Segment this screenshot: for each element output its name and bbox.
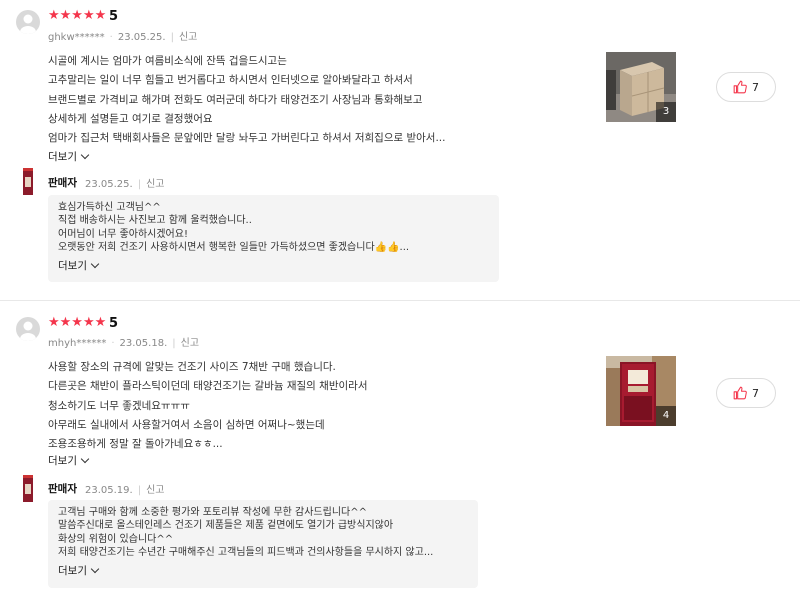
seller-label: 판매자 — [48, 177, 77, 189]
expand-label: 더보기 — [48, 151, 77, 163]
reply-line: 어머님이 너무 좋아하시겠어요! — [58, 228, 188, 240]
star-rating: ★★★★★ — [48, 8, 107, 23]
report-link[interactable]: 신고 — [146, 179, 164, 190]
seller-reply-box: 효심가득하신 고객님^^ 직접 배송하시는 사진보고 함께 울컥했습니다.. 어… — [48, 195, 499, 282]
user-avatar — [16, 317, 40, 341]
expand-review-button[interactable]: 더보기 — [48, 149, 90, 164]
reply-line: 직접 배송하시는 사진보고 함께 울컥했습니다.. — [58, 215, 252, 227]
seller-meta: 23.05.25. | 신고 — [85, 179, 165, 190]
reply-line: 말씀주신대로 올스테인레스 건조기 제품들은 제품 겉면에도 열기가 급방식지않… — [58, 520, 394, 532]
photo-count-badge: 4 — [656, 406, 676, 426]
reply-line: 화상의 위험이 있습니다^^ — [58, 533, 174, 545]
like-count: 7 — [752, 386, 759, 400]
review-text: 시골에 계시는 엄마가 여름비소식에 잔뜩 겁을드시고는 고추말리는 일이 너무… — [48, 52, 588, 148]
review-line: 사용할 장소의 규격에 알맞는 건조기 사이즈 7채반 구매 했습니다. — [48, 361, 336, 373]
star-rating: ★★★★★ — [48, 315, 107, 330]
like-button[interactable]: 7 — [716, 378, 776, 408]
rating-score: 5 — [109, 9, 119, 24]
like-count: 7 — [752, 80, 759, 94]
expand-review-button[interactable]: 더보기 — [48, 453, 90, 468]
report-link[interactable]: 신고 — [146, 485, 164, 496]
review-photo-thumbnail[interactable]: 4 — [606, 356, 676, 426]
review-line: 조용조용하게 정말 잘 돌아가네요ㅎㅎ... — [48, 438, 223, 451]
expand-label: 더보기 — [48, 455, 77, 467]
review-line: 다른곳은 채반이 플라스틱이던데 태양건조기는 갈바늄 재질의 채반이라서 — [48, 380, 368, 393]
review-line: 아무래도 실내에서 사용할거여서 소음이 심하면 어쩌나~했는데 — [48, 418, 325, 431]
review-text: 사용할 장소의 규격에 알맞는 건조기 사이즈 7채반 구매 했습니다. 다른곳… — [48, 358, 588, 454]
reply-date: 23.05.25. — [85, 179, 133, 190]
review-line: 엄마가 집근처 택배회사들은 문앞에만 달랑 놔두고 가버린다고 하셔서 저희집… — [48, 132, 446, 145]
reply-line: 저희 태양건조기는 수년간 구매해주신 고객님들의 피드백과 건의사항들을 무시… — [58, 546, 434, 558]
expand-label: 더보기 — [58, 260, 87, 273]
review-line: 청소하기도 너무 좋겠네요ㅠㅠㅠ — [48, 399, 190, 412]
user-id: mhyh****** — [48, 338, 107, 349]
chevron-down-icon — [80, 454, 90, 464]
chevron-down-icon — [90, 259, 100, 269]
report-link[interactable]: 신고 — [179, 32, 197, 43]
seller-meta: 23.05.19. | 신고 — [85, 485, 165, 496]
reply-line: 오랫동안 저희 건조기 사용하시면서 행복한 일들만 가득하셨으면 좋겠습니다👍… — [58, 241, 410, 253]
rating-score: 5 — [109, 316, 119, 331]
reply-date: 23.05.19. — [85, 485, 133, 496]
review-line: 상세하게 설명듣고 여기로 결정했어요 — [48, 112, 213, 125]
thumbs-up-icon — [733, 386, 747, 400]
review-item: ★★★★★ 5 ghkw****** · 23.05.25. | 신고 시골에 계시는 … — [0, 0, 800, 300]
expand-reply-button[interactable]: 더보기 — [58, 563, 468, 578]
review-item: ★★★★★ 5 mhyh****** · 23.05.18. | 신고 사용할 장소의 … — [0, 301, 800, 603]
user-id: ghkw****** — [48, 32, 105, 43]
review-photo-thumbnail[interactable]: 3 — [606, 52, 676, 122]
seller-bottle-icon — [22, 168, 34, 196]
review-date: 23.05.25. — [117, 32, 166, 43]
seller-label: 판매자 — [48, 483, 77, 495]
report-link[interactable]: 신고 — [181, 338, 199, 349]
user-avatar — [16, 10, 40, 34]
like-button[interactable]: 7 — [716, 72, 776, 102]
reply-line: 효심가득하신 고객님^^ — [58, 202, 161, 213]
review-line: 브랜드별로 가격비교 해가며 전화도 여러군데 하다가 태양건조기 사장님과 통… — [48, 93, 423, 106]
chevron-down-icon — [80, 150, 90, 160]
chevron-down-icon — [90, 564, 100, 574]
review-line: 시골에 계시는 엄마가 여름비소식에 잔뜩 겁을드시고는 — [48, 55, 287, 67]
review-date: 23.05.18. — [119, 338, 168, 349]
review-line: 고추말리는 일이 너무 힘들고 번거롭다고 하시면서 인터넷으로 알아봐달라고 … — [48, 74, 413, 87]
expand-label: 더보기 — [58, 565, 87, 578]
seller-reply-box: 고객님 구매와 함께 소중한 평가와 포토리뷰 작성에 무한 감사드립니다^^ … — [48, 500, 478, 588]
seller-bottle-icon — [22, 475, 34, 503]
review-meta: mhyh****** · 23.05.18. | 신고 — [48, 338, 200, 349]
review-meta: ghkw****** · 23.05.25. | 신고 — [48, 32, 198, 43]
photo-count-badge: 3 — [656, 102, 676, 122]
expand-reply-button[interactable]: 더보기 — [58, 258, 489, 273]
reply-line: 고객님 구매와 함께 소중한 평가와 포토리뷰 작성에 무한 감사드립니다^^ — [58, 507, 367, 518]
thumbs-up-icon — [733, 80, 747, 94]
